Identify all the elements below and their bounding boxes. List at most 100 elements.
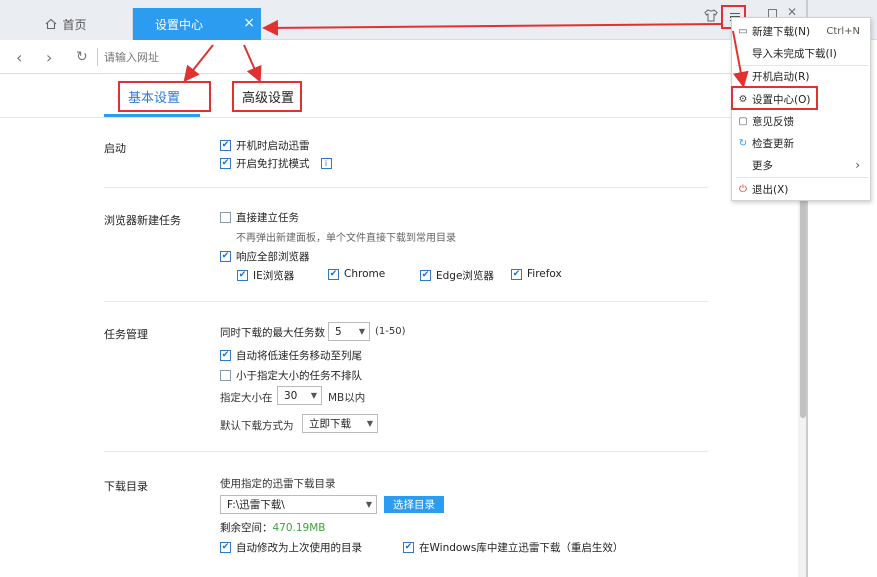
- menu-item-label: 导入未完成下载(I): [752, 47, 837, 60]
- chevron-down-icon: ▼: [366, 419, 373, 428]
- address-bar: ‹ › ↻: [0, 40, 804, 74]
- checkbox-label: Chrome: [344, 268, 386, 280]
- checkbox-checked-icon: ✔: [220, 140, 231, 151]
- menu-item-label: 更多: [752, 159, 773, 172]
- menu-item-exit[interactable]: ⏻ 退出(X): [732, 178, 870, 200]
- forward-icon[interactable]: ›: [46, 48, 52, 67]
- menu-item-label: 新建下载(N): [752, 25, 811, 38]
- select-value: 30: [284, 389, 298, 402]
- checkbox-firefox[interactable]: ✔ Firefox: [511, 268, 562, 280]
- menu-item-feedback[interactable]: ▢ 意见反馈: [732, 110, 870, 132]
- default-mode-label: 默认下载方式为: [220, 420, 294, 432]
- free-space: 剩余空间： 470.19MB: [220, 520, 326, 535]
- chat-icon: ▢: [738, 115, 748, 127]
- checkbox-move-slow[interactable]: ✔ 自动将低速任务移动至列尾: [220, 348, 362, 363]
- divider: [104, 451, 708, 452]
- checkbox-label: 开机时启动迅雷: [236, 140, 310, 152]
- direct-create-hint: 不再弹出新建面板，单个文件直接下载到常用目录: [236, 233, 456, 244]
- info-icon[interactable]: i: [320, 158, 332, 169]
- tab-settings-label: 设置中心: [155, 17, 204, 32]
- menu-item-label: 退出(X): [752, 183, 789, 196]
- menu-item-new-download[interactable]: ▭ 新建下载(N) Ctrl+N: [732, 20, 870, 42]
- checkbox-unchecked-icon: [220, 370, 231, 381]
- default-mode-select[interactable]: 立即下载 ▼: [302, 414, 378, 433]
- active-tab-indicator: [104, 114, 200, 117]
- menu-shortcut: Ctrl+N: [826, 25, 860, 37]
- menu-item-import[interactable]: 导入未完成下载(I): [732, 42, 870, 64]
- home-icon: [46, 18, 57, 30]
- checkbox-small-no-queue[interactable]: 小于指定大小的任务不排队: [220, 368, 362, 383]
- checkbox-label: 响应全部浏览器: [236, 251, 310, 263]
- check-icon: ✔: [738, 70, 748, 82]
- highlight-advanced-tab: [232, 81, 302, 112]
- size-unit: MB以内: [328, 392, 366, 404]
- select-value: F:\迅雷下载\: [227, 499, 285, 511]
- checkbox-label: 直接建立任务: [236, 212, 299, 224]
- checkbox-boot-start[interactable]: ✔ 开机时启动迅雷: [220, 138, 310, 153]
- max-tasks-row: 同时下载的最大任务数: [220, 325, 325, 340]
- back-icon[interactable]: ‹: [16, 48, 22, 67]
- max-tasks-select[interactable]: 5 ▼: [328, 322, 370, 341]
- refresh-icon[interactable]: ↻: [76, 49, 88, 65]
- menu-item-label: 检查更新: [752, 137, 794, 150]
- tab-close-icon[interactable]: ×: [243, 15, 255, 31]
- choose-dir-button[interactable]: 选择目录: [384, 496, 444, 513]
- checkbox-checked-icon: ✔: [420, 270, 431, 281]
- chevron-down-icon: ▼: [358, 327, 365, 336]
- checkbox-checked-icon: ✔: [220, 542, 231, 553]
- download-path-select[interactable]: F:\迅雷下载\ ▼: [220, 495, 377, 514]
- checkbox-checked-icon: ✔: [237, 270, 248, 281]
- tab-home[interactable]: 首页: [0, 8, 133, 40]
- checkbox-label: Edge浏览器: [436, 270, 494, 282]
- checkbox-label: Firefox: [527, 268, 562, 280]
- checkbox-edge[interactable]: ✔ Edge浏览器: [420, 268, 494, 283]
- tab-settings[interactable]: 设置中心 ×: [133, 8, 261, 40]
- section-label-task-mgmt: 任务管理: [104, 328, 148, 341]
- divider: [104, 301, 708, 302]
- refresh-icon: ↻: [738, 137, 748, 149]
- checkbox-auto-change[interactable]: ✔ 自动修改为上次使用的目录: [220, 540, 362, 555]
- menu-item-more[interactable]: 更多 ›: [732, 154, 870, 176]
- max-tasks-range: (1-50): [375, 326, 406, 337]
- free-space-label: 剩余空间：: [220, 522, 273, 534]
- menu-item-label: 意见反馈: [752, 115, 794, 128]
- power-icon: ⏻: [739, 183, 747, 195]
- app-window: 首页 设置中心 × ✕ ‹ › ↻ 基本设置 高级设置 启动 ✔ 开机时启动迅雷…: [0, 0, 877, 577]
- divider: [104, 187, 708, 188]
- checkbox-label: IE浏览器: [253, 270, 295, 282]
- checkbox-checked-icon: ✔: [403, 542, 414, 553]
- checkbox-dnd-mode[interactable]: ✔ 开启免打扰模式 i: [220, 156, 332, 171]
- checkbox-checked-icon: ✔: [328, 268, 339, 280]
- section-label-browser-task: 浏览器新建任务: [104, 214, 181, 227]
- checkbox-checked-icon: ✔: [220, 251, 231, 262]
- checkbox-chrome[interactable]: ✔ Chrome: [328, 268, 385, 280]
- checkbox-ie[interactable]: ✔ IE浏览器: [237, 268, 294, 283]
- checkbox-checked-icon: ✔: [220, 350, 231, 361]
- chevron-right-icon: ›: [855, 158, 860, 172]
- menu-item-label: 开机启动(R): [752, 70, 810, 83]
- highlight-settings-center: [731, 86, 818, 110]
- menu-item-check-update[interactable]: ↻ 检查更新: [732, 132, 870, 154]
- checkbox-label: 小于指定大小的任务不排队: [236, 370, 362, 382]
- section-label-download-dir: 下载目录: [104, 480, 148, 493]
- checkbox-direct-create[interactable]: 直接建立任务: [220, 210, 299, 225]
- section-label-startup: 启动: [104, 142, 126, 155]
- highlight-basic-tab: [118, 81, 211, 112]
- skin-icon[interactable]: [704, 9, 718, 26]
- checkbox-label: 自动将低速任务移动至列尾: [236, 350, 362, 362]
- url-input[interactable]: [97, 48, 697, 66]
- checkbox-win-lib[interactable]: ✔ 在Windows库中建立迅雷下载（重启生效）: [403, 540, 623, 555]
- select-value: 立即下载: [309, 418, 351, 430]
- menu-item-boot-start[interactable]: ✔ 开机启动(R): [732, 65, 870, 87]
- checkbox-label: 在Windows库中建立迅雷下载（重启生效）: [419, 542, 624, 554]
- free-space-value: 470.19MB: [272, 521, 326, 534]
- checkbox-checked-icon: ✔: [511, 268, 522, 280]
- checkbox-label: 开启免打扰模式: [236, 158, 310, 170]
- size-label: 指定大小在: [220, 392, 273, 404]
- size-select[interactable]: 30 ▼: [277, 386, 322, 405]
- checkbox-respond-all[interactable]: ✔ 响应全部浏览器: [220, 249, 310, 264]
- checkbox-label: 自动修改为上次使用的目录: [236, 542, 362, 554]
- max-tasks-label: 同时下载的最大任务数: [220, 327, 325, 339]
- chevron-down-icon: ▼: [310, 391, 317, 400]
- tab-home-label: 首页: [62, 17, 87, 32]
